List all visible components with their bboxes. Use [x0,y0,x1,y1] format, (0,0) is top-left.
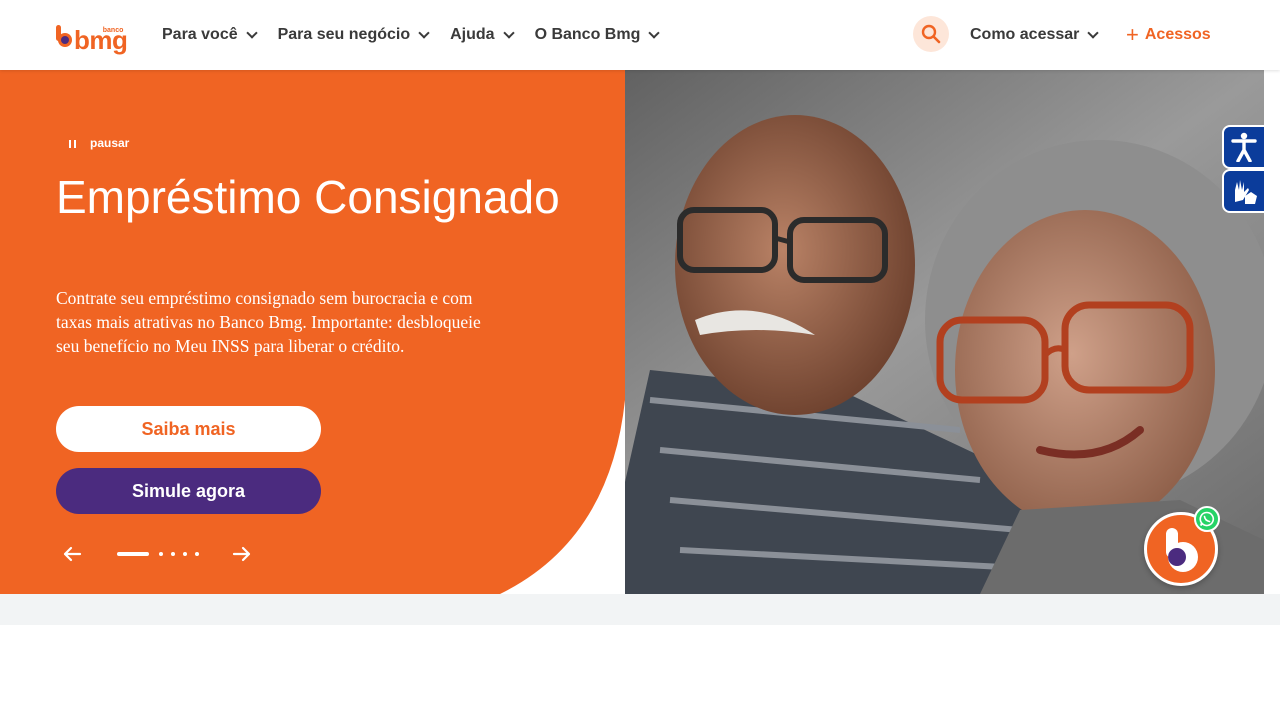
accessibility-button[interactable] [1222,125,1266,169]
nav-para-voce[interactable]: Para você [162,26,258,44]
arrow-left-icon[interactable] [60,542,84,566]
whatsapp-glyph [1199,511,1215,527]
hero-photo [540,70,1264,594]
logo-small-text: banco [102,27,124,34]
carousel-dot[interactable] [117,552,149,556]
carousel-dot[interactable] [183,552,187,556]
access-label: Acessos [1144,26,1211,43]
carousel-dot[interactable] [171,552,175,556]
nav-o-banco-bmg[interactable]: O Banco Bmg [534,26,661,44]
logo-text: bmg banco [74,27,128,53]
hero-title: Empréstimo Consignado [56,171,560,223]
whatsapp-icon[interactable] [1194,506,1220,532]
bmg-logo[interactable]: bmg banco [56,17,136,53]
hero-carousel: pausar Empréstimo Consignado Contrate se… [0,70,1264,594]
nav-para-seu-negocio[interactable]: Para seu negócio [277,26,430,44]
carousel-dots [117,552,207,556]
carousel-dot[interactable] [195,552,199,556]
search-button[interactable] [913,16,949,52]
plus-icon: + [1126,22,1139,47]
how-to-access-dropdown[interactable]: Como acessar [970,0,1100,70]
nav-label: Para você [162,26,238,43]
chevron-down-icon [648,26,661,39]
arrow-right-icon[interactable] [230,542,254,566]
search-icon [921,24,941,44]
chevron-down-icon [418,26,430,39]
hero-description: Contrate seu empréstimo consignado sem b… [56,288,481,356]
sign-language-button[interactable] [1222,169,1266,213]
how-to-access-label: Como acessar [970,26,1080,43]
sign-language-icon [1235,180,1257,204]
nav-label: Ajuda [450,26,495,43]
main-nav: Para você Para seu negócio Ajuda O Banco… [162,0,680,70]
accessibility-icon [1231,132,1257,162]
logo-mark-icon [56,25,72,49]
chevron-down-icon [245,26,258,39]
simule-agora-button[interactable]: Simule agora [56,468,321,514]
pause-label: pausar [90,136,130,150]
access-button[interactable]: + Acessos [1126,0,1211,70]
pause-icon [66,136,80,150]
nav-label: O Banco Bmg [534,26,641,43]
chevron-down-icon [1087,26,1100,39]
site-header: bmg banco Para você Para seu negócio Aju… [0,0,1280,70]
section-divider [0,594,1280,625]
nav-label: Para seu negócio [277,26,411,43]
bmg-chat-icon [1164,528,1198,572]
chevron-down-icon [502,26,515,39]
nav-ajuda[interactable]: Ajuda [450,26,515,44]
saiba-mais-button[interactable]: Saiba mais [56,406,321,452]
carousel-dot[interactable] [159,552,163,556]
pause-carousel-button[interactable]: pausar [66,136,129,150]
